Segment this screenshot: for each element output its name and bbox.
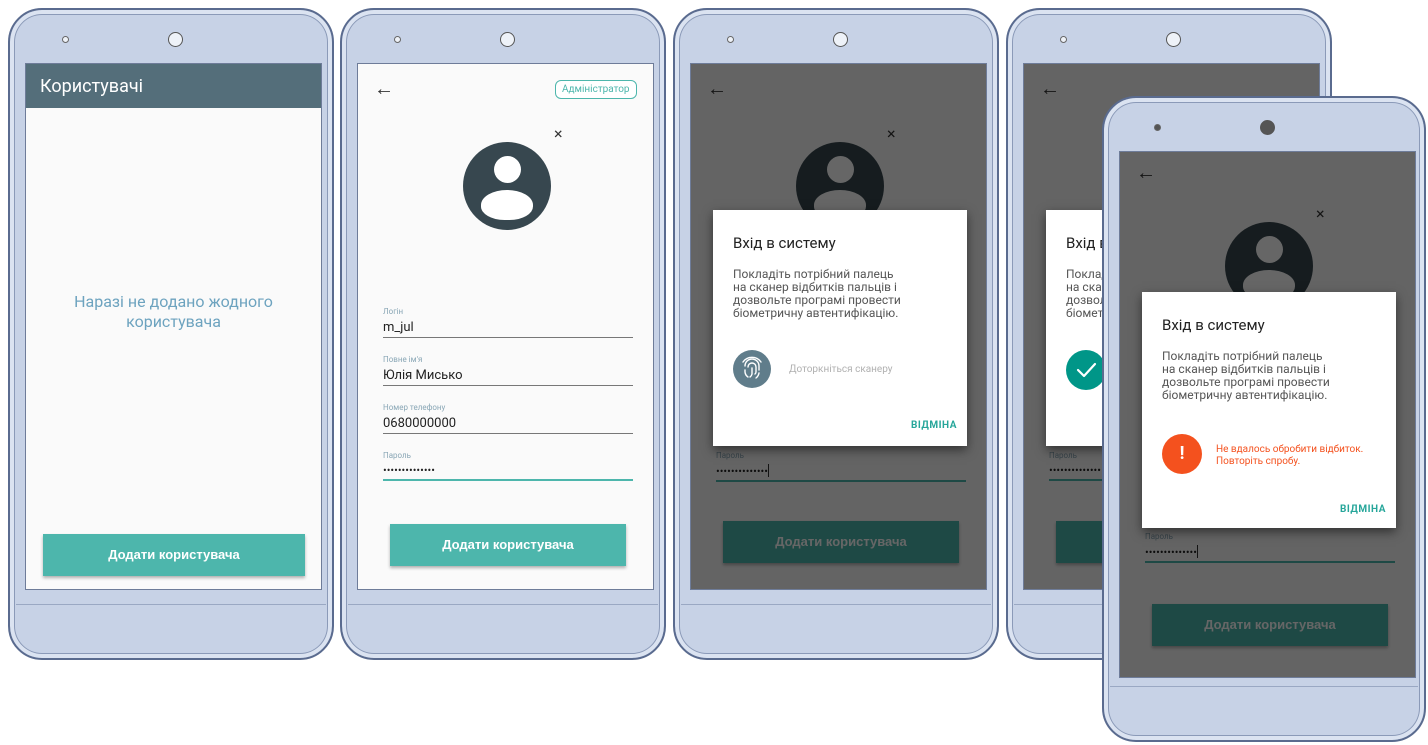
fingerprint-dialog: Вхід в систему Покладіть потрібний палец…: [713, 210, 967, 446]
exclamation-icon: !: [1162, 434, 1202, 474]
arrow-left-icon[interactable]: ←: [374, 78, 394, 98]
empty-state-line: користувача: [126, 312, 221, 331]
phone-3: ← × Пароль •••••••••••••• Додати користу…: [673, 8, 999, 660]
fullname-input[interactable]: Юлія Мисько: [383, 368, 633, 385]
screen-fingerprint-error: ← × Пароль •••••••••••••• Додати користу…: [1119, 151, 1416, 678]
login-input[interactable]: m_jul: [383, 320, 633, 337]
dialog-body: Покладіть потрібний палець на сканер від…: [1162, 350, 1330, 402]
screen-fingerprint-prompt: ← × Пароль •••••••••••••• Додати користу…: [690, 63, 987, 590]
checkmark-icon: [1066, 350, 1106, 390]
avatar-head: [494, 156, 521, 183]
phone-camera-icon: [833, 32, 848, 47]
phone-sensor-icon: [394, 36, 401, 43]
field-underline: [383, 385, 633, 386]
phone-camera-icon: [1166, 32, 1181, 47]
field-underline-active: [383, 479, 633, 481]
phone-1: Користувачі Наразі не додано жодного кор…: [8, 8, 334, 660]
fullname-label: Повне ім'я: [383, 355, 423, 364]
cancel-button[interactable]: ВІДМІНА: [911, 420, 957, 431]
password-label: Пароль: [383, 451, 412, 460]
phone-bottom-bezel: [348, 604, 658, 652]
checkmark-icon-graphic: [1076, 362, 1097, 378]
phone-bottom-bezel: [16, 604, 326, 652]
phone-5: ← × Пароль •••••••••••••• Додати користу…: [1102, 96, 1426, 742]
empty-state-line: Наразі не додано жодного: [74, 292, 273, 311]
admin-role-chip[interactable]: Адміністратор: [555, 80, 637, 99]
dialog-body-line: біометричну автентифікацію.: [733, 306, 899, 320]
phone-2: ← Адміністратор × Логін m_jul Повне ім'я…: [340, 8, 666, 660]
app-bar: Користувачі: [26, 64, 321, 108]
dialog-body-line: біометричну автентифікацію.: [1162, 388, 1328, 402]
password-field[interactable]: Пароль ••••••••••••••: [383, 451, 633, 481]
dialog-title: Вхід в систему: [1162, 316, 1265, 334]
phone-field[interactable]: Номер телефону 0680000000: [383, 403, 633, 434]
error-message: Не вдалось обробити відбиток. Повторіть …: [1216, 444, 1363, 468]
field-underline: [383, 433, 633, 434]
phone-bottom-bezel: [1110, 686, 1418, 734]
phone-input[interactable]: 0680000000: [383, 416, 633, 433]
fingerprint-error-dialog: Вхід в систему Покладіть потрібний палец…: [1142, 292, 1396, 528]
phone-bottom-bezel: [681, 604, 991, 652]
phone-sensor-icon: [1060, 36, 1067, 43]
add-user-button[interactable]: Додати користувача: [43, 534, 305, 576]
field-underline: [383, 337, 633, 338]
screen-users-list: Користувачі Наразі не додано жодного кор…: [25, 63, 322, 590]
error-line: Повторіть спробу.: [1216, 456, 1301, 467]
phone-sensor-icon: [727, 36, 734, 43]
screen-add-user-form: ← Адміністратор × Логін m_jul Повне ім'я…: [357, 63, 654, 590]
password-input[interactable]: ••••••••••••••: [383, 464, 633, 479]
phone-camera-icon: [168, 32, 183, 47]
cancel-button[interactable]: ВІДМІНА: [1340, 504, 1386, 515]
empty-state-message: Наразі не додано жодного користувача: [26, 292, 321, 332]
dialog-title: Вхід в систему: [733, 234, 836, 252]
fingerprint-icon-graphic: [742, 356, 762, 379]
touch-sensor-hint: Доторкніться сканеру: [789, 364, 893, 375]
fingerprint-icon: [733, 350, 771, 388]
phone-camera-icon: [500, 32, 515, 47]
avatar-body: [481, 190, 533, 220]
phone-sensor-icon: [62, 36, 69, 43]
phone-sensor-icon: [1154, 124, 1161, 131]
phone-camera-icon: [1260, 120, 1275, 135]
close-icon[interactable]: ×: [554, 124, 563, 143]
login-label: Логін: [383, 307, 404, 316]
add-user-button[interactable]: Додати користувача: [390, 524, 626, 566]
login-field[interactable]: Логін m_jul: [383, 307, 633, 338]
user-avatar-icon[interactable]: [463, 142, 551, 230]
page-title: Користувачі: [40, 76, 144, 97]
phone-label: Номер телефону: [383, 403, 446, 412]
error-line: Не вдалось обробити відбиток.: [1216, 444, 1364, 455]
fullname-field[interactable]: Повне ім'я Юлія Мисько: [383, 355, 633, 386]
dialog-body: Покладіть потрібний палець на сканер від…: [733, 268, 901, 320]
